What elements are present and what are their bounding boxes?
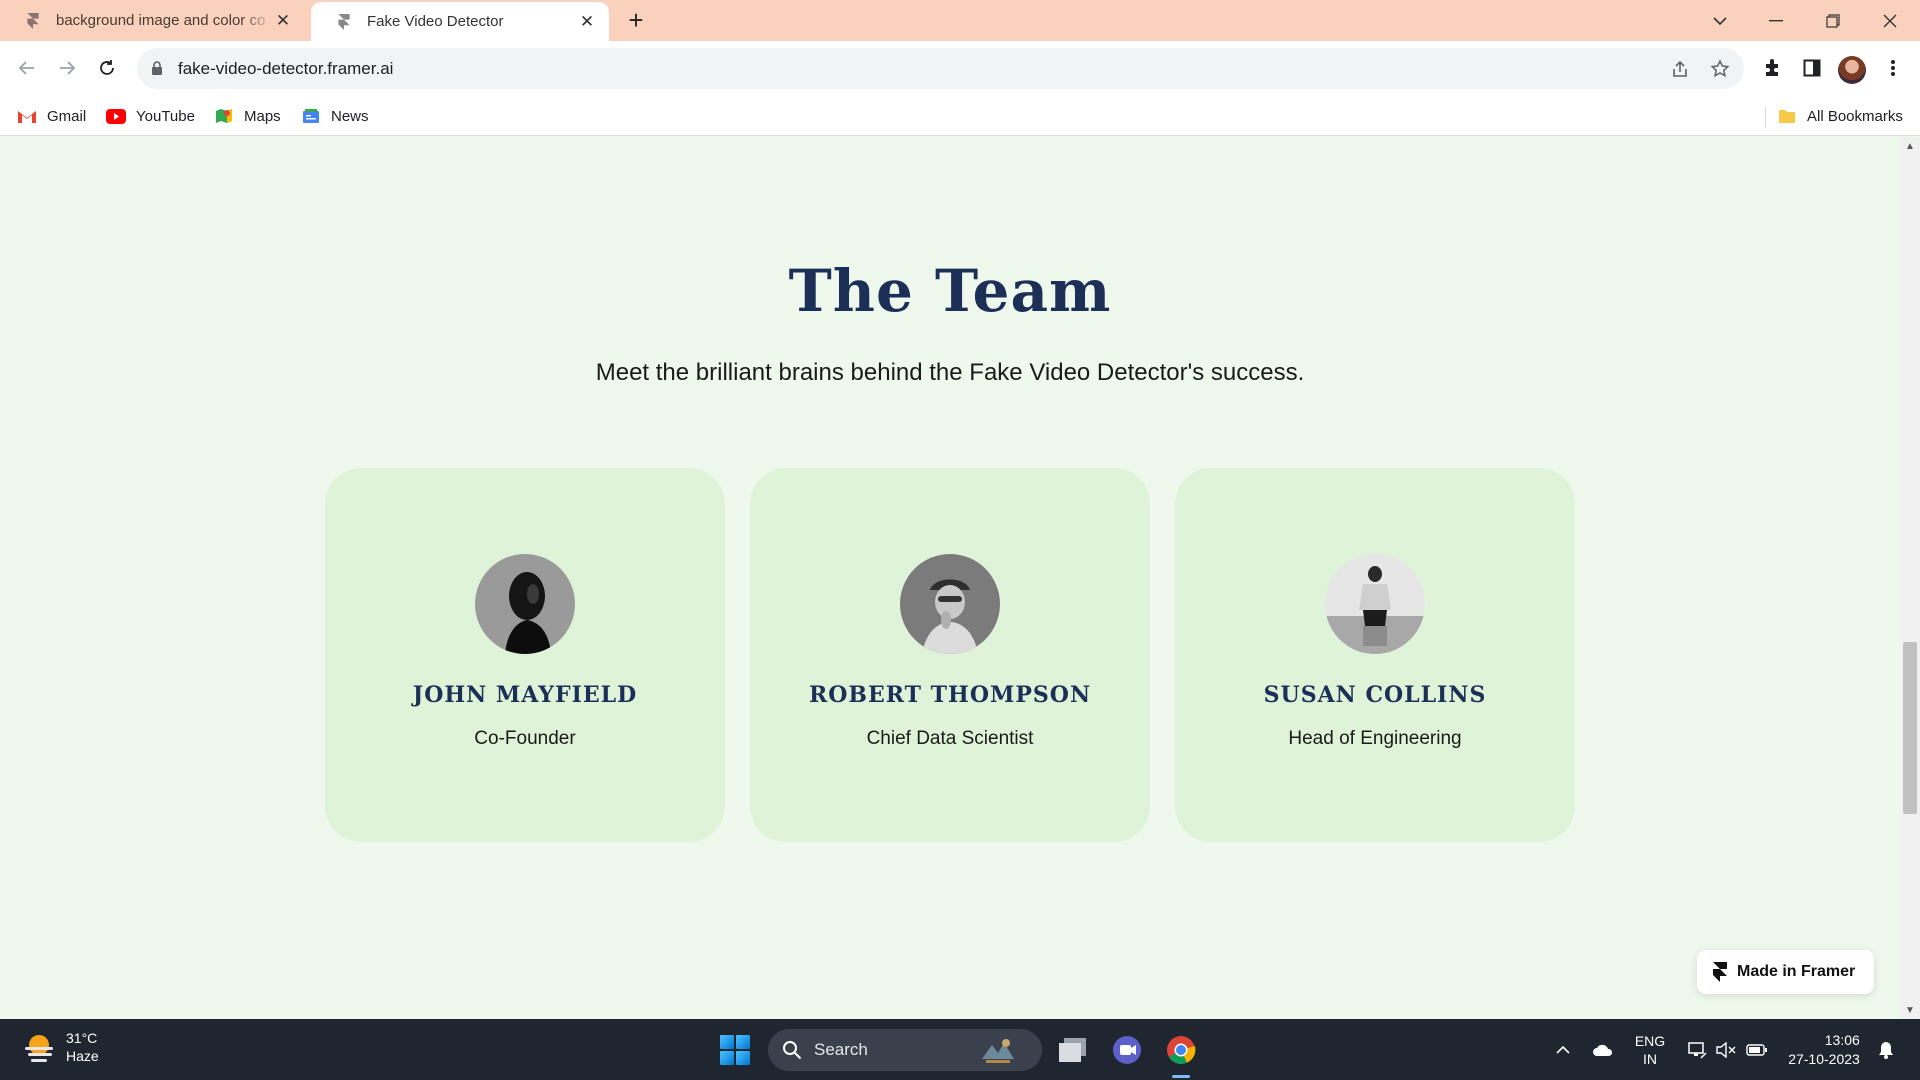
minimize-button[interactable] [1748, 0, 1804, 41]
scrollbar-thumb[interactable] [1903, 642, 1917, 814]
bookmark-label: Maps [244, 107, 281, 125]
restore-button[interactable] [1805, 0, 1861, 41]
lock-icon [152, 61, 162, 75]
browser-toolbar: fake-video-detector.framer.ai [0, 41, 1920, 96]
bookmark-label: YouTube [136, 107, 195, 125]
menu-kebab-icon[interactable] [1878, 53, 1908, 83]
new-tab-button[interactable]: + [622, 5, 650, 35]
scroll-down-arrow-icon[interactable]: ▼ [1905, 1005, 1915, 1016]
bookmark-label: Gmail [47, 107, 87, 125]
youtube-icon [106, 107, 126, 125]
bookmarks-bar: Gmail YouTube Maps News All Bookmarks [0, 96, 1920, 136]
framer-icon [27, 12, 39, 29]
reload-button[interactable] [91, 52, 123, 84]
clock[interactable]: 13:06 27-10-2023 [1778, 1019, 1870, 1080]
page-subtitle: Meet the brilliant brains behind the Fak… [595, 359, 1305, 386]
address-bar[interactable]: fake-video-detector.framer.ai [137, 48, 1744, 89]
page-content: The Team Meet the brilliant brains behin… [0, 137, 1900, 1019]
tab-fake-video-detector[interactable]: Fake Video Detector ✕ [311, 2, 609, 41]
member-role: Chief Data Scientist [866, 728, 1034, 749]
avatar [900, 554, 1000, 654]
url-text: fake-video-detector.framer.ai [178, 59, 394, 78]
framer-icon [338, 13, 350, 30]
extensions-icon[interactable] [1757, 53, 1787, 83]
badge-label: Made in Framer [1737, 963, 1856, 980]
tab-title: Fake Video Detector [367, 13, 504, 30]
windows-taskbar: 31°C Haze Search ENG IN 13:06 27-10-2023 [0, 1019, 1920, 1080]
chrome-icon[interactable] [1162, 1031, 1200, 1069]
member-name: SUSAN COLLINS [1263, 682, 1487, 708]
teams-meet-icon[interactable] [1108, 1031, 1146, 1069]
bookmark-gmail[interactable]: Gmail [17, 104, 86, 128]
taskbar-search[interactable]: Search [768, 1029, 1042, 1071]
framer-icon [1713, 962, 1727, 982]
scrollbar[interactable]: ▲ ▼ [1900, 137, 1920, 1019]
team-card: SUSAN COLLINS Head of Engineering [1175, 468, 1575, 842]
tab-background-image[interactable]: background image and color co ✕ [0, 0, 305, 41]
weather-desc: Haze [66, 1048, 99, 1064]
avatar [475, 554, 575, 654]
weather-widget[interactable]: 31°C Haze [22, 1029, 99, 1065]
news-icon [301, 107, 321, 125]
member-name: ROBERT THOMPSON [808, 682, 1092, 708]
member-name: JOHN MAYFIELD [412, 682, 638, 708]
bookmark-label: News [331, 107, 369, 125]
forward-button[interactable] [51, 52, 83, 84]
haze-sun-icon [25, 1035, 53, 1062]
lang-code: ENG [1634, 1032, 1666, 1049]
team-card: JOHN MAYFIELD Co-Founder [325, 468, 725, 842]
back-button[interactable] [11, 52, 43, 84]
lang-region: IN [1643, 1050, 1657, 1067]
tab-title: background image and color co [56, 12, 266, 29]
clock-time: 13:06 [1824, 1031, 1860, 1048]
maps-icon [214, 107, 234, 125]
bookmark-youtube[interactable]: YouTube [106, 104, 195, 128]
close-icon[interactable]: ✕ [273, 11, 293, 31]
weather-temp: 31°C [66, 1030, 98, 1046]
volume-muted-icon[interactable] [1714, 1019, 1738, 1080]
clock-date: 27-10-2023 [1788, 1050, 1860, 1067]
folder-icon [1777, 107, 1797, 125]
notification-bell-icon[interactable] [1874, 1019, 1898, 1080]
all-bookmarks-button[interactable]: All Bookmarks [1777, 104, 1903, 128]
member-role: Co-Founder [474, 728, 576, 749]
made-in-framer-badge[interactable]: Made in Framer [1697, 950, 1874, 994]
onedrive-cloud-icon[interactable] [1589, 1019, 1617, 1080]
start-windows-icon[interactable] [720, 1035, 750, 1065]
battery-icon[interactable] [1744, 1019, 1770, 1080]
gmail-icon [17, 107, 37, 125]
all-bookmarks-label: All Bookmarks [1807, 107, 1903, 125]
team-card: ROBERT THOMPSON Chief Data Scientist [750, 468, 1150, 842]
bookmarks-divider [1765, 106, 1766, 128]
scroll-up-arrow-icon[interactable]: ▲ [1905, 141, 1915, 152]
close-icon[interactable]: ✕ [577, 12, 597, 32]
side-panel-icon[interactable] [1797, 53, 1827, 83]
tray-chevron-up-icon[interactable] [1551, 1019, 1575, 1080]
search-highlight-icon [982, 1039, 1014, 1063]
active-app-indicator [1172, 1075, 1190, 1078]
bookmark-star-icon[interactable] [1708, 57, 1732, 81]
tab-search-chevron-icon[interactable] [1692, 0, 1748, 41]
profile-avatar[interactable] [1838, 56, 1866, 84]
share-icon[interactable] [1668, 57, 1692, 81]
page-title: The Team [788, 257, 1112, 325]
tab-strip: background image and color co ✕ Fake Vid… [0, 0, 1920, 41]
avatar [1325, 554, 1425, 654]
search-label: Search [814, 1040, 868, 1059]
search-icon [783, 1041, 802, 1060]
file-explorer-icon[interactable] [1054, 1031, 1092, 1069]
close-window-button[interactable] [1862, 0, 1918, 41]
network-icon[interactable] [1685, 1019, 1709, 1080]
member-role: Head of Engineering [1288, 728, 1462, 749]
bookmark-news[interactable]: News [301, 104, 369, 128]
language-indicator[interactable]: ENG IN [1630, 1019, 1670, 1080]
bookmark-maps[interactable]: Maps [214, 104, 281, 128]
